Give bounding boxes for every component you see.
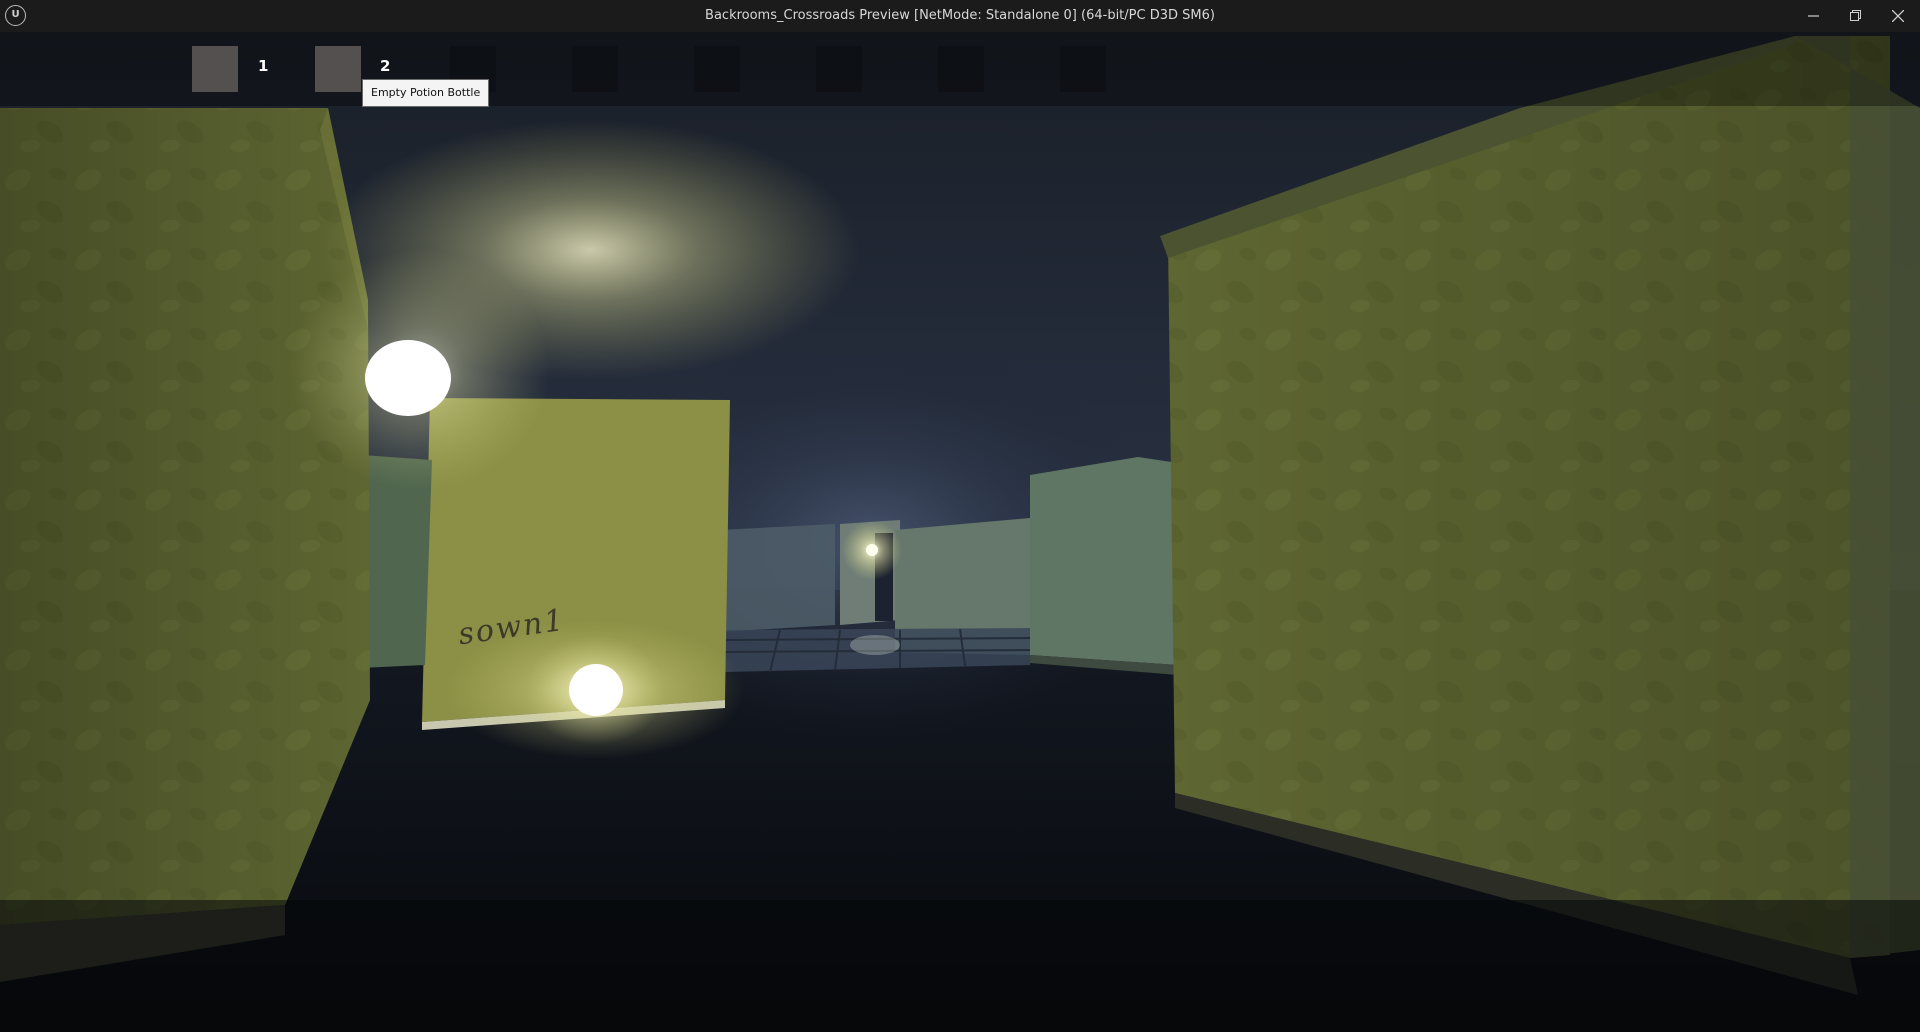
inventory-hotbar: 1 2 — [0, 32, 1920, 106]
item-tooltip: Empty Potion Bottle — [362, 79, 490, 107]
minimize-icon — [1808, 15, 1819, 17]
close-icon — [1892, 10, 1904, 22]
restore-button[interactable] — [1835, 0, 1877, 32]
backrooms-scene — [0, 32, 1920, 1032]
distant-light — [866, 544, 878, 556]
window-title: Backrooms_Crossroads Preview [NetMode: S… — [705, 8, 1215, 23]
wall-light-orb — [365, 340, 451, 416]
hotbar-slot-8[interactable] — [1060, 46, 1106, 92]
hotbar-slot-5[interactable] — [694, 46, 740, 92]
hotbar-slot-7[interactable] — [938, 46, 984, 92]
game-viewport[interactable]: sown1 — [0, 32, 1920, 1032]
hotbar-slot-1[interactable] — [192, 46, 238, 92]
hotbar-slot-6[interactable] — [816, 46, 862, 92]
floor-light-orb — [569, 664, 623, 716]
close-button[interactable] — [1877, 0, 1919, 32]
hotbar-slot-4[interactable] — [572, 46, 618, 92]
restore-icon — [1850, 10, 1861, 21]
middle-right-wall — [1030, 457, 1178, 665]
hotbar-slot-number: 1 — [258, 57, 269, 75]
hotbar-slot-number: 2 — [380, 57, 391, 75]
minimize-button[interactable] — [1793, 0, 1835, 32]
title-bar: U Backrooms_Crossroads Preview [NetMode:… — [0, 0, 1920, 32]
hotbar-slot-2[interactable] — [315, 46, 361, 92]
